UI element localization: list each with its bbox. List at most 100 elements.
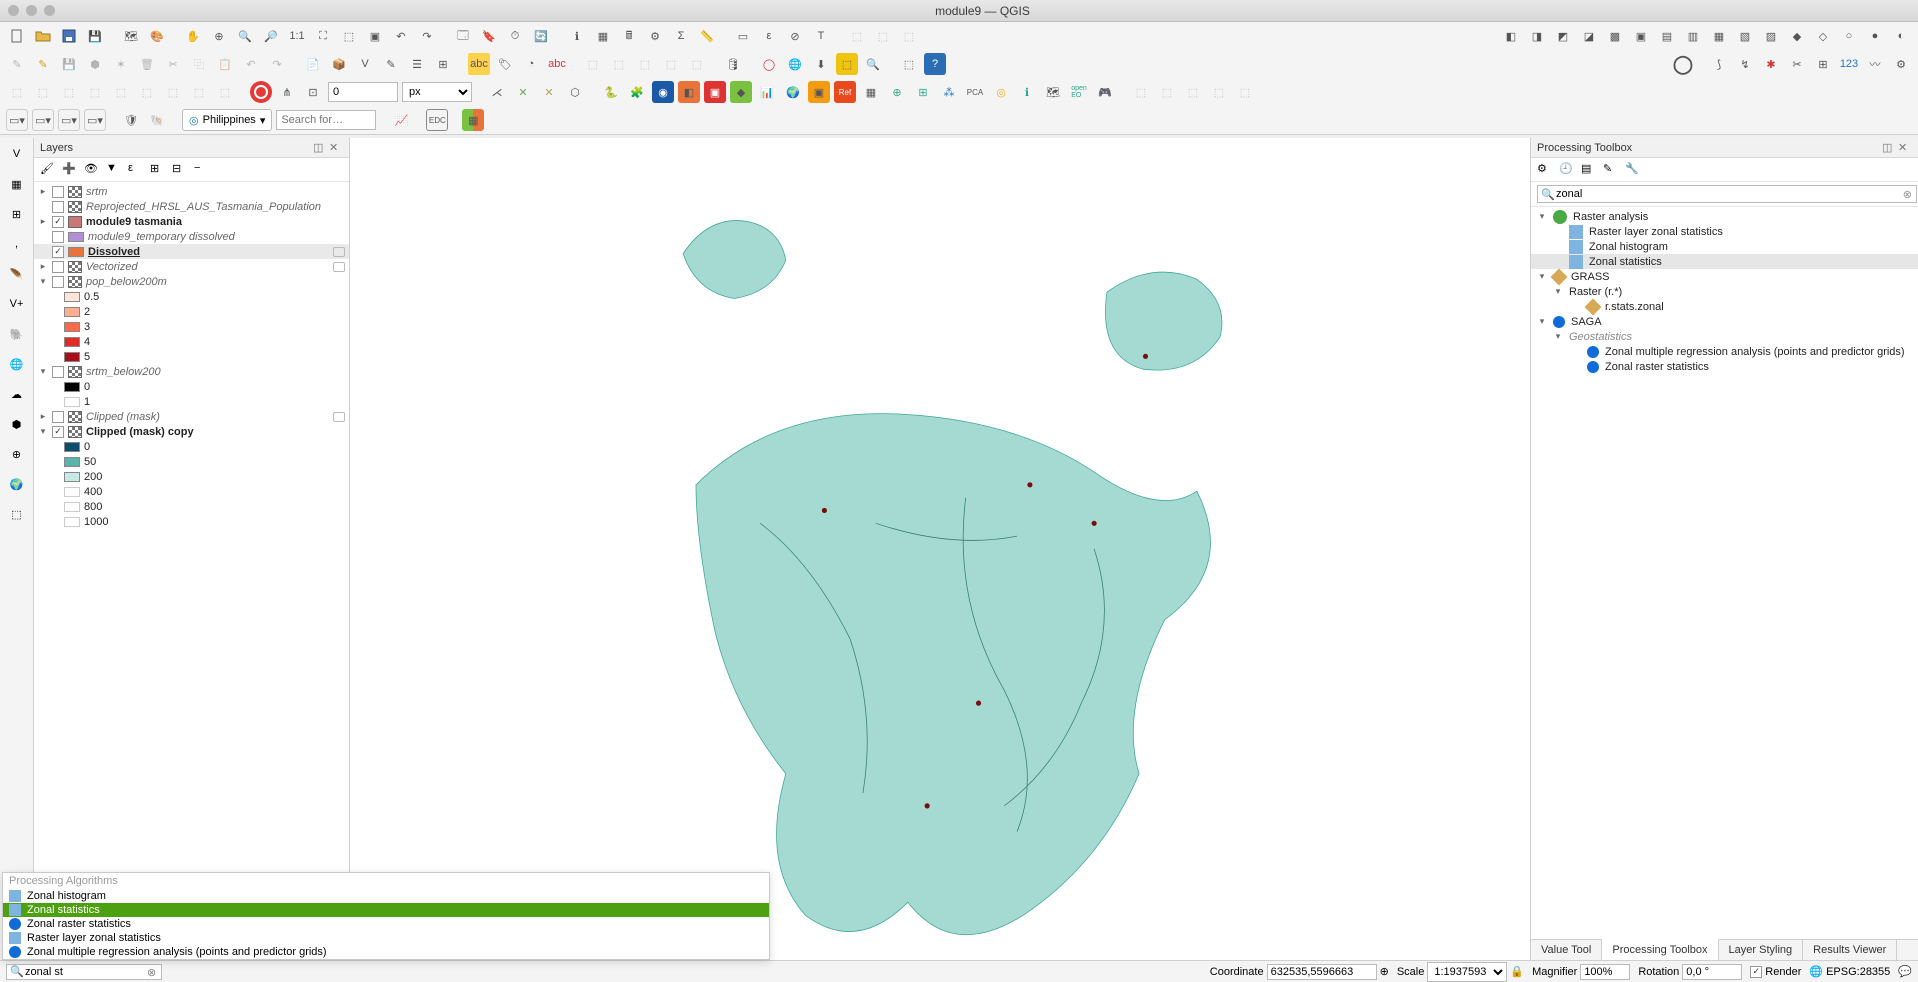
save-project-icon[interactable] bbox=[58, 25, 80, 47]
plugin-icon[interactable]: ⬚ bbox=[898, 53, 920, 75]
undo-icon[interactable]: ↶ bbox=[240, 53, 262, 75]
zoom-next-icon[interactable]: ↷ bbox=[416, 25, 438, 47]
plugin-icon[interactable]: ▣ bbox=[808, 81, 830, 103]
pan-to-selection-icon[interactable]: ⊕ bbox=[208, 25, 230, 47]
style-icon[interactable]: 🖌 bbox=[40, 162, 56, 178]
layer-item[interactable]: module9_temporary dissolved bbox=[34, 229, 349, 244]
expand-toggle[interactable]: ▾ bbox=[1553, 286, 1563, 297]
plugin-icon[interactable]: ▤ bbox=[1656, 25, 1678, 47]
refresh-icon[interactable]: 🔄 bbox=[530, 25, 552, 47]
toolbox-item[interactable]: r.stats.zonal bbox=[1531, 299, 1918, 314]
expand-toggle[interactable]: ▾ bbox=[38, 366, 48, 377]
crs-icon[interactable]: 🌐 bbox=[1809, 965, 1823, 978]
toolbox-search-input[interactable] bbox=[1537, 185, 1917, 203]
options-icon[interactable]: 🔧 bbox=[1625, 162, 1641, 178]
delete-icon[interactable]: 🗑 bbox=[136, 53, 158, 75]
add-feature-icon[interactable]: ⬢ bbox=[84, 53, 106, 75]
plugin-icon[interactable]: ⬚ bbox=[1234, 81, 1256, 103]
annotation-icon[interactable]: T bbox=[810, 25, 832, 47]
add-mesh-icon[interactable]: ⊞ bbox=[5, 202, 29, 226]
processing-toolbox-icon[interactable]: ⚙ bbox=[644, 25, 666, 47]
history-icon[interactable]: 🕘 bbox=[1559, 162, 1575, 178]
clear-icon[interactable]: ⊗ bbox=[147, 966, 159, 978]
plugin-icon[interactable]: ℹ bbox=[1016, 81, 1038, 103]
plugin-icon[interactable]: ▣ bbox=[704, 81, 726, 103]
visibility-checkbox[interactable]: ✓ bbox=[52, 426, 64, 438]
new-memory-icon[interactable]: ✎ bbox=[380, 53, 402, 75]
snapping-icon[interactable] bbox=[250, 81, 272, 103]
mapswipe-icon[interactable]: ⬚ bbox=[836, 53, 858, 75]
paste-icon[interactable]: 📋 bbox=[214, 53, 236, 75]
expand-toggle[interactable]: ▾ bbox=[1537, 271, 1547, 282]
plugin-icon[interactable]: ⬚ bbox=[582, 53, 604, 75]
add-wcs-icon[interactable]: ☁ bbox=[5, 382, 29, 406]
toggle-extents-icon[interactable]: ⊕ bbox=[1380, 965, 1389, 978]
topo-edit-icon[interactable]: ⋌ bbox=[486, 81, 508, 103]
add-raster-icon[interactable]: ▦ bbox=[5, 172, 29, 196]
toolbox-item[interactable]: Zonal raster statistics bbox=[1531, 359, 1918, 374]
legend-item[interactable]: 4 bbox=[34, 334, 349, 349]
legend-item[interactable]: 0.5 bbox=[34, 289, 349, 304]
osm-icon[interactable]: ◯ bbox=[758, 53, 780, 75]
select-dropdown-icon[interactable]: ▭▾ bbox=[58, 109, 80, 131]
plugin-icon[interactable]: ○ bbox=[1838, 25, 1860, 47]
select-features-icon[interactable]: ▭ bbox=[732, 25, 754, 47]
legend-item[interactable]: 1000 bbox=[34, 514, 349, 529]
legend-item[interactable]: 50 bbox=[34, 454, 349, 469]
plugin-icon[interactable]: ⬚ bbox=[608, 53, 630, 75]
model-icon[interactable]: ⚙ bbox=[1537, 162, 1553, 178]
plugin-icon[interactable]: 🎮 bbox=[1094, 81, 1116, 103]
snap-grid-icon[interactable]: ⊡ bbox=[302, 81, 324, 103]
close-icon[interactable]: ✕ bbox=[1898, 141, 1912, 155]
field-calculator-icon[interactable]: 🖩 bbox=[618, 25, 640, 47]
plugin-icon[interactable]: ⊞ bbox=[912, 81, 934, 103]
zoom-out-icon[interactable]: 🔎 bbox=[260, 25, 282, 47]
close-icon[interactable]: ✕ bbox=[329, 141, 343, 155]
plugin-icon[interactable]: ⁂ bbox=[938, 81, 960, 103]
expand-toggle[interactable]: ▾ bbox=[1537, 211, 1547, 222]
snap-tolerance-input[interactable] bbox=[328, 82, 398, 102]
select-dropdown-icon[interactable]: ▭▾ bbox=[84, 109, 106, 131]
new-mesh-icon[interactable]: ⊞ bbox=[432, 53, 454, 75]
label-move-icon[interactable]: abc bbox=[546, 53, 568, 75]
visibility-checkbox[interactable] bbox=[52, 186, 64, 198]
locator-result[interactable]: Zonal raster statistics bbox=[3, 917, 769, 931]
plugin-icon[interactable]: ◩ bbox=[1552, 25, 1574, 47]
plugin-icon[interactable]: 📊 bbox=[756, 81, 778, 103]
plugin-icon[interactable]: 🌍 bbox=[782, 81, 804, 103]
plugin-icon[interactable]: ▣ bbox=[1630, 25, 1652, 47]
plugin-icon[interactable]: 🗺 bbox=[1042, 81, 1064, 103]
temporal-icon[interactable]: ⏱ bbox=[504, 25, 526, 47]
plugin-icon[interactable]: ⬚ bbox=[214, 81, 236, 103]
layer-item[interactable]: ▾ srtm_below200 bbox=[34, 364, 349, 379]
render-checkbox[interactable]: ✓ bbox=[1750, 966, 1762, 978]
toolbox-item[interactable]: ▾Raster analysis bbox=[1531, 209, 1918, 224]
topo-icon[interactable]: 〰 bbox=[1864, 53, 1886, 75]
numeric-icon[interactable]: 123 bbox=[1838, 53, 1860, 75]
visibility-checkbox[interactable]: ✓ bbox=[52, 216, 64, 228]
python-icon[interactable]: 🐍 bbox=[600, 81, 622, 103]
plugin-icon[interactable]: ⬚ bbox=[660, 53, 682, 75]
shield-icon[interactable]: 🛡 bbox=[120, 109, 142, 131]
new-virtual-icon[interactable]: ☰ bbox=[406, 53, 428, 75]
plugin-icon[interactable]: ▦ bbox=[1708, 25, 1730, 47]
lock-icon[interactable]: 🔒 bbox=[1510, 965, 1524, 978]
add-postgis-icon[interactable]: 🐘 bbox=[5, 322, 29, 346]
tab-value-tool[interactable]: Value Tool bbox=[1531, 940, 1602, 960]
legend-item[interactable]: 400 bbox=[34, 484, 349, 499]
snap-unit-select[interactable]: px bbox=[402, 82, 472, 102]
expand-toggle[interactable]: ▾ bbox=[38, 426, 48, 437]
toolbox-item[interactable]: Raster layer zonal statistics bbox=[1531, 224, 1918, 239]
visibility-checkbox[interactable]: ✓ bbox=[52, 246, 64, 258]
plugin-icon[interactable]: ⬚ bbox=[162, 81, 184, 103]
cad-icon[interactable]: ⊞ bbox=[1812, 53, 1834, 75]
plugin-icon[interactable]: ▩ bbox=[1604, 25, 1626, 47]
edc-icon[interactable]: EDC bbox=[426, 109, 448, 131]
tab-layer-styling[interactable]: Layer Styling bbox=[1719, 940, 1804, 960]
add-virtual-icon[interactable]: V+ bbox=[5, 292, 29, 316]
layer-item[interactable]: ▾ pop_below200m bbox=[34, 274, 349, 289]
toolbox-item[interactable]: ▾Raster (r.*) bbox=[1531, 284, 1918, 299]
expand-toggle[interactable]: ▸ bbox=[38, 261, 48, 272]
zoom-selection-icon[interactable]: ⬚ bbox=[338, 25, 360, 47]
plugin-icon[interactable]: ⊕ bbox=[886, 81, 908, 103]
